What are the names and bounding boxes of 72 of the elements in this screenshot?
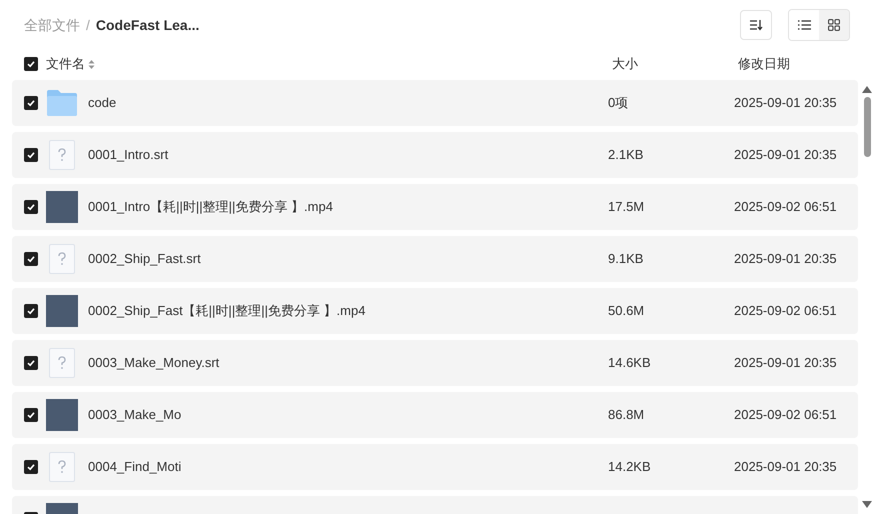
checkmark-icon <box>27 60 35 68</box>
column-header[interactable]: 文件名 <box>46 54 85 74</box>
modified-date: 2025-09-01 20:35 <box>734 94 837 112</box>
unknown-file-icon <box>49 244 75 274</box>
file-row[interactable]: 0003_Make_Mo 86.8M 2025-09-02 06:51 <box>12 392 858 438</box>
modified-date: 2025-09-02 06:51 <box>734 198 837 216</box>
file-row[interactable]: code 0项 2025-09-01 20:35 <box>12 80 858 126</box>
file-size: 50.6M <box>608 302 644 320</box>
breadcrumb-separator: / <box>86 16 90 34</box>
file-row[interactable]: 0003_Make_Money.srt 14.6KB 2025-09-01 20:35 <box>12 340 858 386</box>
file-row[interactable]: 0002_Ship_Fast【耗||时||整理||免费分享 】.mp4 50.6M 2025-09-02 06:51 <box>12 288 858 334</box>
checkbox[interactable] <box>24 460 38 474</box>
unknown-file-icon <box>49 452 75 482</box>
file-size: 86.8M <box>608 406 644 424</box>
checkmark-icon <box>27 307 35 315</box>
file-name: 0004_Find_Moti <box>88 458 182 476</box>
modified-date: 2025-09-01 20:35 <box>734 354 837 372</box>
modified-date: 2025-09-01 20:35 <box>734 146 837 164</box>
checkbox[interactable] <box>24 408 38 422</box>
checkmark-icon <box>27 99 35 107</box>
scroll-up-icon[interactable] <box>862 86 872 93</box>
modified-date: 2025-09-01 20:35 <box>734 250 837 268</box>
photo-placeholder <box>46 399 78 431</box>
list-icon <box>798 20 810 30</box>
checkbox[interactable] <box>24 252 38 266</box>
file-name: 0001_Intro【耗||时||整理||免费分享 】.mp4 <box>88 198 333 216</box>
grid-view-button[interactable] <box>819 10 849 40</box>
modified-date: 2025-09-02 06:51 <box>734 302 837 320</box>
sort-icon <box>749 19 763 31</box>
column-header[interactable]: 修改日期 <box>738 54 790 74</box>
folder-icon <box>46 89 78 117</box>
file-row[interactable]: 0001_Intro.srt 2.1KB 2025-09-01 20:35 <box>12 132 858 178</box>
file-row[interactable]: 0002_Ship_Fast.srt 9.1KB 2025-09-01 20:35 <box>12 236 858 282</box>
checkbox[interactable] <box>24 57 38 71</box>
file-name: 0002_Ship_Fast【耗||时||整理||免费分享 】.mp4 <box>88 302 366 320</box>
file-name: 0003_Make_Money.srt <box>88 354 220 372</box>
scroll-down-icon[interactable] <box>862 501 872 508</box>
checkmark-icon <box>27 255 35 263</box>
file-row[interactable]: 0001_Intro【耗||时||整理||免费分享 】.mp4 17.5M 2025-09-02 06:51 <box>12 184 858 230</box>
checkbox[interactable] <box>24 356 38 370</box>
file-size: 0项 <box>608 94 628 112</box>
unknown-file-icon <box>49 140 75 170</box>
file-name: 0001_Intro.srt <box>88 146 168 164</box>
sort-button[interactable] <box>740 10 772 40</box>
scrollbar-thumb[interactable] <box>864 97 870 157</box>
photo-placeholder <box>46 191 78 223</box>
checkmark-icon <box>27 151 35 159</box>
checkbox[interactable] <box>24 96 38 110</box>
checkmark-icon <box>27 203 35 211</box>
photo-placeholder <box>46 295 78 327</box>
file-name: 0002_Ship_Fast.srt <box>88 250 201 268</box>
file-row[interactable]: 0004_Find_Moti 14.2KB 2025-09-01 20:35 <box>12 444 858 490</box>
sort-arrows-icon[interactable] <box>88 58 95 70</box>
checkbox[interactable] <box>24 148 38 162</box>
unknown-file-icon <box>49 348 75 378</box>
checkbox[interactable] <box>24 304 38 318</box>
column-header[interactable]: 大小 <box>612 54 638 74</box>
checkmark-icon <box>27 411 35 419</box>
file-size: 9.1KB <box>608 250 644 268</box>
file-size: 17.5M <box>608 198 644 216</box>
file-name: 0003_Make_Mo <box>88 406 182 424</box>
file-name: code <box>88 94 116 112</box>
modified-date: 2025-09-01 20:35 <box>734 458 837 476</box>
checkbox[interactable] <box>24 200 38 214</box>
modified-date: 2025-09-02 06:51 <box>734 406 837 424</box>
file-size: 14.2KB <box>608 458 651 476</box>
checkmark-icon <box>27 359 35 367</box>
file-size: 14.6KB <box>608 354 651 372</box>
grid-icon <box>828 19 840 31</box>
breadcrumb-link[interactable]: CodeFast Lea... <box>96 14 200 36</box>
file-size: 2.1KB <box>608 146 644 164</box>
checkmark-icon <box>27 463 35 471</box>
